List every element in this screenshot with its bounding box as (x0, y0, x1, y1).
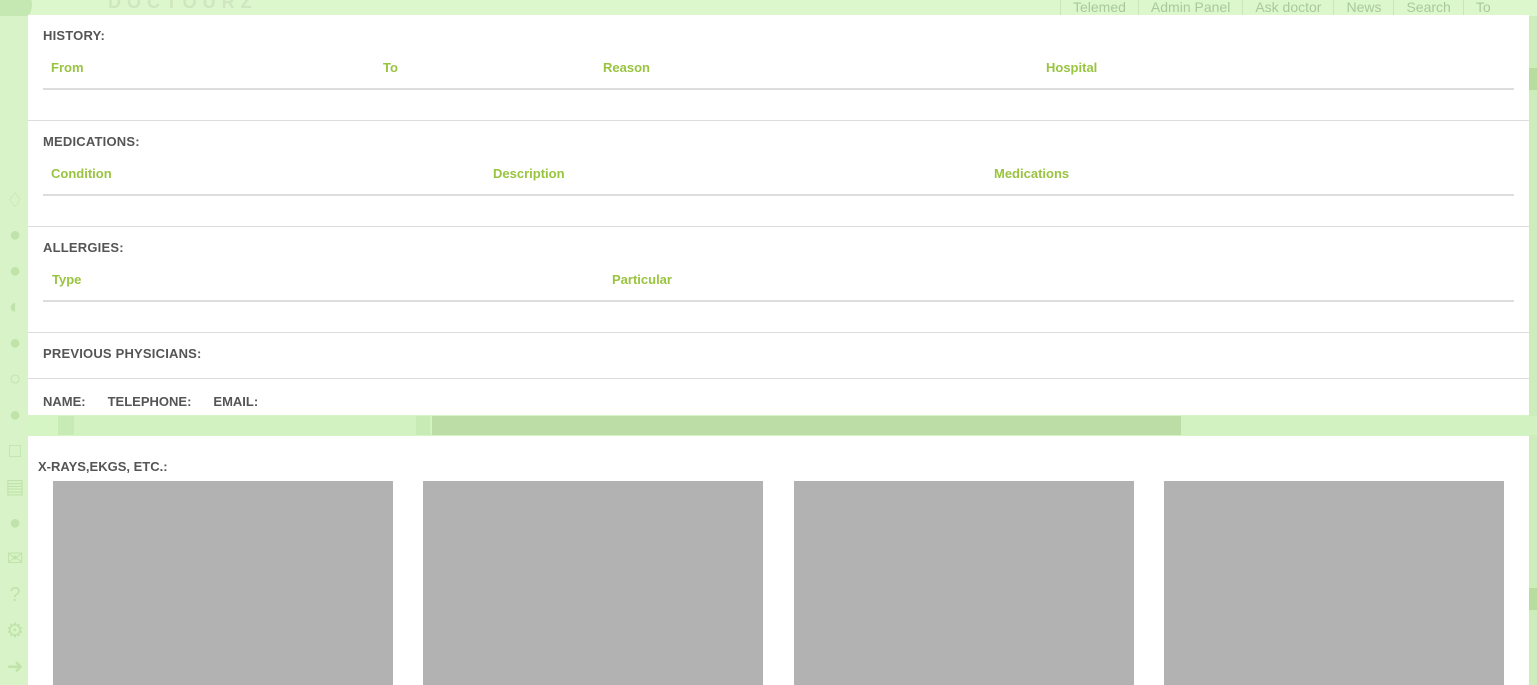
medications-table-header: Condition Description Medications (43, 154, 1514, 196)
bell-icon[interactable]: ♢ (4, 190, 26, 212)
top-nav: Telemed Admin Panel Ask doctor News Sear… (1060, 0, 1503, 16)
col-medications: Medications (994, 166, 1070, 181)
medications-section: MEDICATIONS: Condition Description Medic… (28, 121, 1529, 227)
previous-physicians-section: PREVIOUS PHYSICIANS: (28, 333, 1529, 379)
progress-segment (58, 416, 74, 435)
col-condition: Condition (51, 166, 112, 181)
add-user-icon[interactable]: ● (4, 512, 26, 534)
xray-thumbnail[interactable] (1164, 481, 1504, 685)
col-from: From (51, 60, 84, 75)
progress-fill (432, 416, 1181, 435)
col-hospital: Hospital (1046, 60, 1098, 75)
col-description: Description (493, 166, 565, 181)
right-marker (1529, 68, 1537, 90)
mail-icon[interactable]: ✉ (4, 548, 26, 570)
help-icon[interactable]: ? (4, 584, 26, 606)
nav-telemed[interactable]: Telemed (1060, 0, 1138, 16)
nav-ask-doctor[interactable]: Ask doctor (1242, 0, 1333, 16)
allergies-section: ALLERGIES: Type Particular (28, 227, 1529, 333)
chat-icon[interactable]: ○ (4, 368, 26, 390)
col-reason: Reason (603, 60, 650, 75)
history-title: HISTORY: (43, 28, 106, 43)
user-icon[interactable]: ● (4, 224, 26, 246)
patient-record-panel: HISTORY: From To Reason Hospital MEDICAT… (28, 15, 1529, 415)
nav-news[interactable]: News (1333, 0, 1393, 16)
email-label: EMAIL: (213, 394, 259, 409)
col-type: Type (52, 272, 82, 287)
gear-icon[interactable]: ⚙ (4, 620, 26, 642)
medications-title: MEDICATIONS: (43, 134, 140, 149)
contrast-icon[interactable]: ◐ (4, 296, 26, 318)
allergies-title: ALLERGIES: (43, 240, 124, 255)
xrays-panel: X-RAYS,EKGS, ETC.: (28, 436, 1529, 685)
previous-physicians-title: PREVIOUS PHYSICIANS: (43, 346, 202, 361)
allergies-table-header: Type Particular (43, 260, 1514, 302)
document-icon[interactable]: ▤ (4, 476, 26, 498)
doctor-icon[interactable]: ● (4, 332, 26, 354)
xrays-title: X-RAYS,EKGS, ETC.: (38, 459, 168, 474)
name-label: NAME: (43, 394, 86, 409)
xray-thumbnail[interactable] (794, 481, 1134, 685)
logo-text: DOCTOURZ (108, 0, 258, 12)
telephone-label: TELEPHONE: (107, 394, 192, 409)
nav-search[interactable]: Search (1393, 0, 1462, 16)
xray-thumbnail[interactable] (53, 481, 393, 685)
folder-icon[interactable]: □ (4, 440, 26, 462)
users-icon[interactable]: ● (4, 404, 26, 426)
xray-thumbnail[interactable] (423, 481, 763, 685)
col-particular: Particular (612, 272, 672, 287)
history-table-header: From To Reason Hospital (43, 48, 1514, 90)
doctor-icon[interactable]: ● (4, 260, 26, 282)
col-to: To (383, 60, 398, 75)
sidebar: ♢ ● ● ◐ ● ○ ● □ ▤ ● ✉ ? ⚙ ➜ (0, 16, 28, 685)
nav-admin-panel[interactable]: Admin Panel (1137, 0, 1242, 16)
right-strip (1529, 16, 1537, 685)
right-marker (1529, 588, 1537, 610)
history-section: HISTORY: From To Reason Hospital (28, 15, 1529, 121)
nav-to[interactable]: To (1462, 0, 1503, 16)
progress-segment (416, 416, 430, 435)
arrow-right-icon[interactable]: ➜ (4, 656, 26, 678)
